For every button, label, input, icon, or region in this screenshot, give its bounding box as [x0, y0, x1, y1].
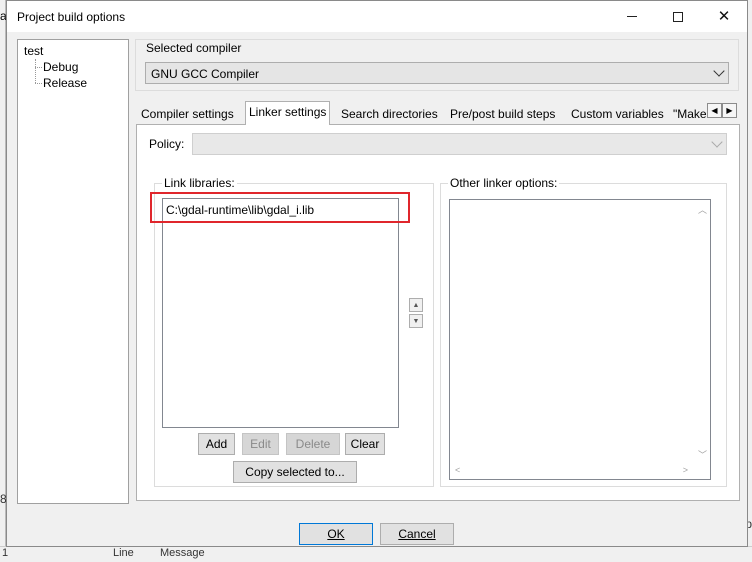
chevron-down-icon	[711, 136, 723, 148]
other-linker-options-label: Other linker options:	[448, 176, 560, 190]
link-libraries-group: Link libraries: C:\gdal-runtime\lib\gdal…	[154, 176, 434, 487]
ok-button[interactable]: OK	[299, 523, 373, 545]
close-icon: ✕	[717, 8, 731, 25]
compiler-dropdown-value: GNU GCC Compiler	[151, 67, 260, 81]
policy-dropdown[interactable]	[192, 133, 727, 155]
chevron-up-icon[interactable]: ︿	[698, 203, 707, 216]
build-target-tree[interactable]: test Debug Release	[17, 39, 129, 504]
background-log-header-line: Line	[113, 547, 134, 559]
copy-selected-to-button[interactable]: Copy selected to...	[233, 461, 357, 483]
tree-connector	[35, 59, 36, 83]
other-linker-options-group: Other linker options: ︿ ﹀ < >	[440, 176, 727, 487]
tree-connector	[35, 67, 42, 68]
chevron-left-icon: ◀	[711, 106, 718, 115]
linker-settings-panel: Policy: Link libraries: C:\gdal-runtime\…	[136, 124, 740, 501]
clear-button[interactable]: Clear	[345, 433, 385, 455]
project-build-options-dialog: Project build options ✕ test Debug Relea…	[6, 0, 748, 547]
tab-scroll-left-button[interactable]: ◀	[707, 103, 722, 118]
background-log-text: 1	[2, 547, 9, 559]
minimize-button[interactable]	[609, 1, 655, 32]
chevron-left-icon[interactable]: <	[455, 465, 460, 475]
chevron-down-icon[interactable]: ﹀	[698, 448, 707, 461]
tree-item-debug[interactable]: Debug	[43, 60, 78, 74]
maximize-icon	[673, 11, 683, 22]
chevron-down-icon	[713, 65, 725, 77]
close-button[interactable]: ✕	[701, 1, 747, 32]
background-log-header-message: Message	[160, 547, 205, 559]
tab-make[interactable]: "Make	[670, 104, 710, 125]
arrow-down-icon: ▼	[412, 317, 420, 325]
list-item[interactable]: C:\gdal-runtime\lib\gdal_i.lib	[166, 203, 314, 217]
tab-search-directories[interactable]: Search directories	[338, 104, 441, 125]
move-up-button[interactable]: ▲	[409, 298, 423, 312]
chevron-right-icon[interactable]: >	[683, 465, 688, 475]
vertical-scrollbar[interactable]: ︿ ﹀	[694, 200, 710, 464]
ok-button-label: OK	[327, 527, 345, 541]
tree-connector	[35, 83, 42, 84]
tab-scroll-right-button[interactable]: ▶	[722, 103, 737, 118]
tab-linker-settings[interactable]: Linker settings	[245, 101, 331, 125]
link-libraries-list[interactable]: C:\gdal-runtime\lib\gdal_i.lib	[162, 198, 399, 428]
other-linker-options-textarea[interactable]: ︿ ﹀ < >	[449, 199, 711, 480]
delete-button[interactable]: Delete	[286, 433, 340, 455]
tab-compiler-settings[interactable]: Compiler settings	[138, 104, 237, 125]
cancel-button-label: Cancel	[398, 527, 436, 541]
title-bar[interactable]: Project build options ✕	[7, 1, 747, 32]
selected-compiler-label: Selected compiler	[146, 41, 242, 55]
tree-item-release[interactable]: Release	[43, 76, 87, 90]
cancel-button[interactable]: Cancel	[380, 523, 454, 545]
tab-pre-post-build-steps[interactable]: Pre/post build steps	[447, 104, 558, 125]
minimize-icon	[627, 16, 637, 17]
arrow-up-icon: ▲	[412, 301, 420, 309]
add-button[interactable]: Add	[198, 433, 235, 455]
window-title: Project build options	[17, 10, 126, 24]
background-app-edge-right	[748, 0, 752, 562]
selected-compiler-group: Selected compiler GNU GCC Compiler	[135, 39, 739, 91]
link-libraries-label: Link libraries:	[162, 176, 237, 190]
chevron-right-icon: ▶	[726, 106, 733, 115]
tab-custom-variables[interactable]: Custom variables	[568, 104, 667, 125]
maximize-button[interactable]	[655, 1, 701, 32]
move-down-button[interactable]: ▼	[409, 314, 423, 328]
policy-label: Policy:	[149, 137, 185, 151]
compiler-dropdown[interactable]: GNU GCC Compiler	[145, 62, 729, 84]
horizontal-scrollbar[interactable]: < >	[450, 463, 710, 479]
tree-item-test[interactable]: test	[24, 44, 43, 58]
edit-button[interactable]: Edit	[242, 433, 279, 455]
